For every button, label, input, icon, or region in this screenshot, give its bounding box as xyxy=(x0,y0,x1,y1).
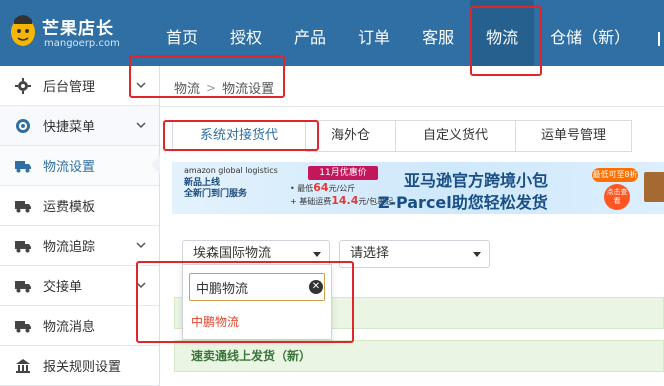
nav-logistics[interactable]: 物流 xyxy=(470,0,535,66)
breadcrumb-root[interactable]: 物流 xyxy=(174,78,200,97)
nav-service[interactable]: 客服 xyxy=(406,0,470,66)
sidebar-item-logistics-messages[interactable]: 物流消息 xyxy=(0,306,159,346)
top-nav: 首页 授权 产品 订单 客服 物流 仓储（新） xyxy=(150,0,646,66)
price2-prefix: 基础运费 xyxy=(299,197,332,206)
sidebar-item-logistics-settings[interactable]: 物流设置 xyxy=(0,146,160,186)
tab-overseas-warehouse[interactable]: 海外仓 xyxy=(306,120,396,152)
target-icon xyxy=(14,117,32,135)
banner-left-line1: 新品上线 xyxy=(184,178,221,188)
brand-url: mangoerp.com xyxy=(44,38,120,49)
chevron-down-icon xyxy=(136,122,146,129)
sidebar-item-freight-template[interactable]: 运费模板 xyxy=(0,186,159,226)
price2-value: 14.4 xyxy=(331,194,359,207)
sidebar-item-admin[interactable]: 后台管理 xyxy=(0,66,159,106)
breadcrumb-separator: > xyxy=(206,80,217,95)
parcel-box-icon xyxy=(644,172,664,202)
sidebar-item-label: 交接单 xyxy=(43,280,83,295)
tab-custom-forwarder[interactable]: 自定义货代 xyxy=(396,120,516,152)
nav-warehouse[interactable]: 仓储（新） xyxy=(534,0,646,66)
tab-system-forwarder[interactable]: 系统对接货代 xyxy=(172,120,306,152)
truck-icon xyxy=(14,157,32,175)
mango-mascot-icon xyxy=(11,15,35,46)
banner-subtitle: Z-Parcel助您轻松发货 xyxy=(378,193,548,212)
clear-icon[interactable]: ✕ xyxy=(309,280,323,294)
sidebar-item-label: 物流追踪 xyxy=(43,240,96,255)
breadcrumb-current: 物流设置 xyxy=(222,82,275,97)
forwarder-dropdown: ✕ 中鹏物流 xyxy=(182,264,332,340)
nav-products[interactable]: 产品 xyxy=(278,0,342,66)
sidebar-item-shortcuts[interactable]: 快捷菜单 xyxy=(0,106,159,146)
sidebar-item-tracking[interactable]: 物流追踪 xyxy=(0,226,159,266)
channel-row[interactable]: 速卖通线上发货（新） xyxy=(174,340,664,372)
promo-banner[interactable]: amazon global logistics 新品上线 全新门到门服务 11月… xyxy=(172,162,664,214)
sidebar: 后台管理 快捷菜单 物流设置 运费模板 物流追踪 交接单 物流消息 报关规则设置 xyxy=(0,66,160,386)
channel-select[interactable]: 请选择 xyxy=(339,240,490,268)
breadcrumb: 物流 > 物流设置 xyxy=(174,78,275,98)
truck-icon xyxy=(14,317,32,335)
forwarder-select-value: 埃森国际物流 xyxy=(193,246,272,261)
sidebar-item-handover[interactable]: 交接单 xyxy=(0,266,159,306)
sidebar-item-label: 物流设置 xyxy=(43,160,96,175)
sidebar-item-label: 物流消息 xyxy=(43,320,96,335)
main-content: 物流 > 物流设置 系统对接货代 海外仓 自定义货代 运单号管理 amazon … xyxy=(160,66,664,386)
sidebar-item-label: 快捷菜单 xyxy=(43,120,96,135)
price1-suffix: 元/公斤 xyxy=(328,184,356,193)
chevron-down-icon xyxy=(136,82,146,89)
banner-left-text: 新品上线 全新门到门服务 xyxy=(184,178,247,200)
sidebar-item-label: 报关规则设置 xyxy=(43,360,122,375)
banner-left-line2: 全新门到门服务 xyxy=(184,189,248,199)
caret-down-icon xyxy=(313,252,321,257)
sidebar-item-label: 后台管理 xyxy=(43,80,96,95)
price1-value: 64 xyxy=(313,181,329,194)
tab-bar: 系统对接货代 海外仓 自定义货代 运单号管理 xyxy=(172,120,632,152)
price1-prefix: 最低 xyxy=(297,184,314,193)
top-navbar: 芒果店长 mangoerp.com 首页 授权 产品 订单 客服 物流 仓储（新… xyxy=(0,0,664,66)
dropdown-search-input[interactable] xyxy=(189,273,325,301)
nav-home[interactable]: 首页 xyxy=(150,0,214,66)
banner-sale-badge: 11月优惠价 xyxy=(308,166,378,180)
nav-auth[interactable]: 授权 xyxy=(214,0,278,66)
sidebar-item-label: 运费模板 xyxy=(43,200,96,215)
banner-title: 亚马逊官方跨境小包 xyxy=(404,171,549,190)
chevron-down-icon xyxy=(136,282,146,289)
bank-icon xyxy=(14,357,32,375)
banner-brand: amazon global logistics xyxy=(184,166,278,175)
dropdown-option[interactable]: 中鹏物流 xyxy=(191,313,239,330)
nav-overflow-indicator xyxy=(658,0,664,66)
nav-orders[interactable]: 订单 xyxy=(342,0,406,66)
channel-select-placeholder: 请选择 xyxy=(350,246,390,261)
caret-down-icon xyxy=(473,252,481,257)
brand-name: 芒果店长 xyxy=(42,19,114,39)
banner-cta-button[interactable]: 点击查看 xyxy=(604,184,630,210)
truck-icon xyxy=(14,197,32,215)
truck-icon xyxy=(14,237,32,255)
brand-logo[interactable]: 芒果店长 mangoerp.com xyxy=(8,10,120,58)
tab-tracking-number-mgmt[interactable]: 运单号管理 xyxy=(516,120,632,152)
chevron-down-icon xyxy=(136,242,146,249)
breadcrumb-divider xyxy=(160,106,664,107)
truck-icon xyxy=(14,277,32,295)
gear-icon xyxy=(14,77,32,95)
sidebar-item-customs-rules[interactable]: 报关规则设置 xyxy=(0,346,159,386)
banner-discount-tag: 最低可至8折 xyxy=(592,168,638,182)
